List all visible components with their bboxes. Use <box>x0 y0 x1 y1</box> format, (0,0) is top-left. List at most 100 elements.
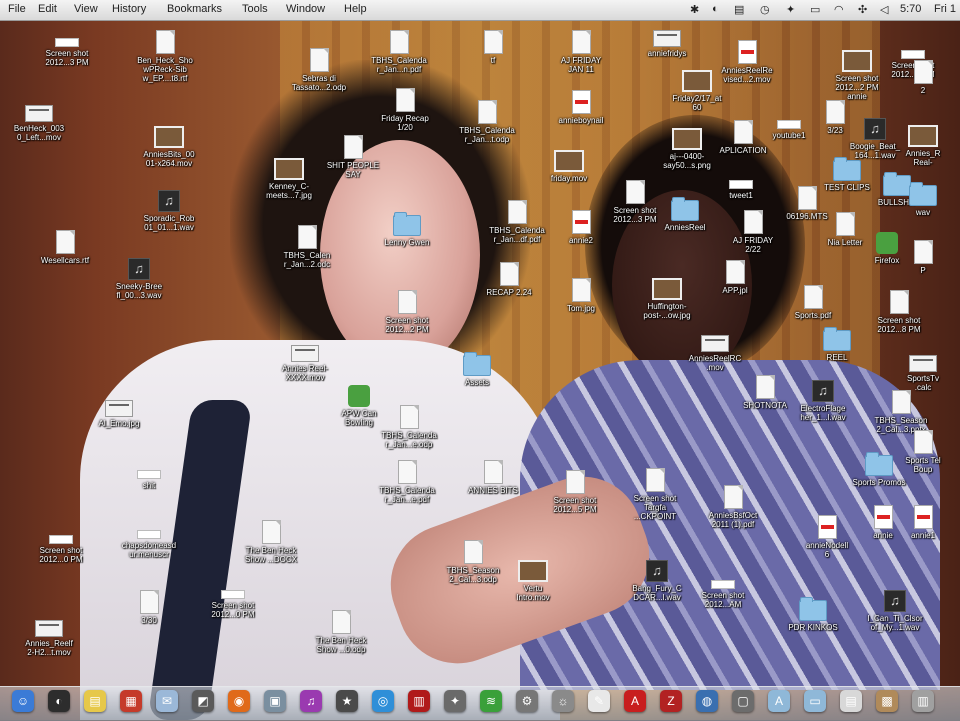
desktop-icon[interactable]: Assets <box>440 352 514 387</box>
desktop-icon[interactable]: RECAP 2.24 <box>472 262 546 297</box>
menubar-clock[interactable]: Fri 1 <box>934 3 956 15</box>
desktop-icon[interactable]: Kenney_C- meets...7.jpg <box>252 158 326 200</box>
desktop-icon[interactable]: ♫ ElectroFlage her_1...l.wav <box>786 380 860 422</box>
network-icon[interactable]: ◍ <box>696 690 718 712</box>
desktop-icon[interactable]: Screen shot 2012...0 PM <box>24 535 98 564</box>
desktop-icon[interactable]: ♫ Bang_Fury_C DCAR...l.wav <box>620 560 694 602</box>
dashboard-icon[interactable]: ◐ <box>48 690 70 712</box>
spotify-icon[interactable]: ≋ <box>480 690 502 712</box>
desktop-icon[interactable]: Annies_R Real- <box>886 125 960 167</box>
desktop-icon[interactable]: wav <box>886 182 960 217</box>
flag-icon[interactable]: ▤ <box>734 3 744 16</box>
desktop-icon[interactable]: Sports.pdf <box>776 285 850 320</box>
menu-help[interactable]: Help <box>344 3 367 15</box>
mirror-icon[interactable]: ▭ <box>810 3 820 16</box>
desktop-icon[interactable]: anniefridys <box>630 30 704 58</box>
system-prefs-icon[interactable]: ☼ <box>552 690 574 712</box>
desktop-icon[interactable]: Screen shot 2012...8 PM <box>862 290 936 334</box>
desktop-icon[interactable]: Screen shot 2012...AM <box>686 580 760 609</box>
desktop-icon[interactable]: AJ FRIDAY JAN 11 <box>544 30 618 74</box>
desktop-icon[interactable]: tweet1 <box>704 180 778 200</box>
desktop-icon[interactable]: ♫ Sneeky-Bree fl_00...3.wav <box>102 258 176 300</box>
desktop-icon[interactable]: Ben_Heck_Sho wPReck-Sib w_EP....t8.rtf <box>128 30 202 83</box>
desktop-icon[interactable]: AnniesReel <box>648 197 722 232</box>
desktop-icon[interactable]: ANNIES BITS <box>456 460 530 495</box>
desktop-icon[interactable]: ♫ Sporadic_Rob 01_01...1.wav <box>132 190 206 232</box>
desktop-icon[interactable]: Al_Emo.jpg <box>82 400 156 428</box>
desktop-icon[interactable]: AnniesBits_00 01-x264.mov <box>132 126 206 168</box>
desktop-icon[interactable]: AnniesBsfOct 2011 (1).pdf <box>696 485 770 529</box>
textedit-icon[interactable]: ✎ <box>588 690 610 712</box>
photobooth-icon[interactable]: ▥ <box>408 690 430 712</box>
stickies-icon[interactable]: ▤ <box>84 690 106 712</box>
iphoto-icon[interactable]: ▣ <box>264 690 286 712</box>
applications-folder-icon[interactable]: A <box>768 690 790 712</box>
menu-extra-icon[interactable]: ✦ <box>786 3 795 16</box>
preview-icon[interactable]: ◩ <box>192 690 214 712</box>
desktop-icon[interactable]: SportsTv .calc <box>886 355 960 392</box>
menu-window[interactable]: Window <box>286 3 325 15</box>
app-store-icon[interactable]: ✦ <box>444 690 466 712</box>
photos-stack-icon[interactable]: ▩ <box>876 690 898 712</box>
desktop-icon[interactable]: Friday2/17_at 60 <box>660 70 734 112</box>
desktop-icon[interactable]: Lenny Gwen <box>370 212 444 247</box>
timemachine-icon[interactable]: ◷ <box>760 3 770 16</box>
desktop-icon[interactable]: REEL <box>800 327 874 362</box>
desktop-icon[interactable]: Screen shot 2012...2 PM <box>370 290 444 334</box>
menu-tools[interactable]: Tools <box>242 3 268 15</box>
desktop-icon[interactable]: annie1 <box>886 505 960 540</box>
desktop-icon[interactable]: friday.mov <box>532 150 606 183</box>
desktop-icon[interactable]: shit <box>112 470 186 490</box>
imovie-icon[interactable]: ★ <box>336 690 358 712</box>
mail-icon[interactable]: ✉ <box>156 690 178 712</box>
downloads-stack-icon[interactable]: ▤ <box>840 690 862 712</box>
documents-folder-icon[interactable]: ▭ <box>804 690 826 712</box>
desktop-icon[interactable]: The Ben Heck Show ...0.odp <box>304 610 378 654</box>
bluetooth-icon[interactable]: ✱ <box>690 3 699 16</box>
filezilla-icon[interactable]: Z <box>660 690 682 712</box>
desktop-icon[interactable]: TBHS_Season 2_Cal...3.pptx <box>864 390 938 434</box>
desktop-icon[interactable]: Wesellcars.rtf <box>28 230 102 265</box>
menu-edit[interactable]: Edit <box>38 3 57 15</box>
wifi-icon[interactable]: ◠ <box>834 3 844 16</box>
desktop-icon[interactable]: annieboynail <box>544 90 618 125</box>
desktop-icon[interactable]: Screen shot 2012...0 PM <box>196 590 270 619</box>
desktop-icon[interactable]: PDR KINKOS <box>776 597 850 632</box>
desktop-icon[interactable]: TBHS_Calenda r_Jan...e.odp <box>372 405 446 449</box>
trash-icon[interactable]: ▥ <box>912 690 934 712</box>
desktop-icon[interactable]: Sports Tel Boup <box>886 430 960 474</box>
desktop-icon[interactable]: Annies Reel- XXXX.mov <box>268 345 342 382</box>
desktop-icon[interactable]: TBHS_Calenda r_Jan...n.pdf <box>362 30 436 74</box>
desktop-icon[interactable]: 3/30 <box>112 590 186 625</box>
skype-icon[interactable]: ⚙ <box>516 690 538 712</box>
sync-icon[interactable]: ◐ <box>712 3 719 15</box>
desktop-icon[interactable]: Vertu Intro.mov <box>496 560 570 602</box>
desktop-icon[interactable]: Screen shot 2012...5 PM <box>538 470 612 514</box>
desktop-icon[interactable]: AnniesReelRC .mov <box>678 335 752 372</box>
desktop-icon[interactable]: Huffington- post-...ow.jpg <box>630 278 704 320</box>
acrobat-icon[interactable]: A <box>624 690 646 712</box>
desktop-icon[interactable]: Annies_Reelf 2-H2...t.mov <box>12 620 86 657</box>
desktop-icon[interactable]: chapsdomeasd ur.menuscr <box>112 530 186 559</box>
desktop-icon[interactable]: Sebras di Tassato...2.odp <box>282 48 356 92</box>
calendar-icon[interactable]: ▦ <box>120 690 142 712</box>
desktop-icon[interactable]: TBHS_Calenda r_Jan...e.pdf <box>370 460 444 504</box>
desktop-icon[interactable]: TBHS_Calen r_Jan...2.odc <box>270 225 344 269</box>
desktop-icon[interactable]: Screen shot 2012...3 PM <box>30 38 104 67</box>
desktop-icon[interactable]: ♫ I_Can_Ti_Clsor of_My...1.wav <box>858 590 932 632</box>
desktop-icon[interactable]: TBHS_Calenda r_Jan...t.odp <box>450 100 524 144</box>
menu-history[interactable]: History <box>112 3 146 15</box>
desktop-icon[interactable]: Tom.jpg <box>544 278 618 313</box>
desktop-icon[interactable]: 2 <box>886 60 960 95</box>
bluetooth2-icon[interactable]: ✣ <box>858 3 867 16</box>
volume-icon[interactable]: ◁ <box>880 3 888 16</box>
desktop-icon[interactable]: TBHS_Calenda r_Jan...df.pdf <box>480 200 554 244</box>
battery-indicator[interactable]: 5:70 <box>900 3 921 15</box>
grab-icon[interactable]: ▢ <box>732 690 754 712</box>
desktop-icon[interactable]: APP.jpl <box>698 260 772 295</box>
safari-icon[interactable]: ◎ <box>372 690 394 712</box>
menu-bookmarks[interactable]: Bookmarks <box>167 3 222 15</box>
desktop-icon[interactable]: SHIT PEOPLE SAY <box>316 135 390 179</box>
desktop-icon[interactable]: BenHeck_003 0_Left...mov <box>2 105 76 142</box>
itunes-icon[interactable]: ♫ <box>300 690 322 712</box>
